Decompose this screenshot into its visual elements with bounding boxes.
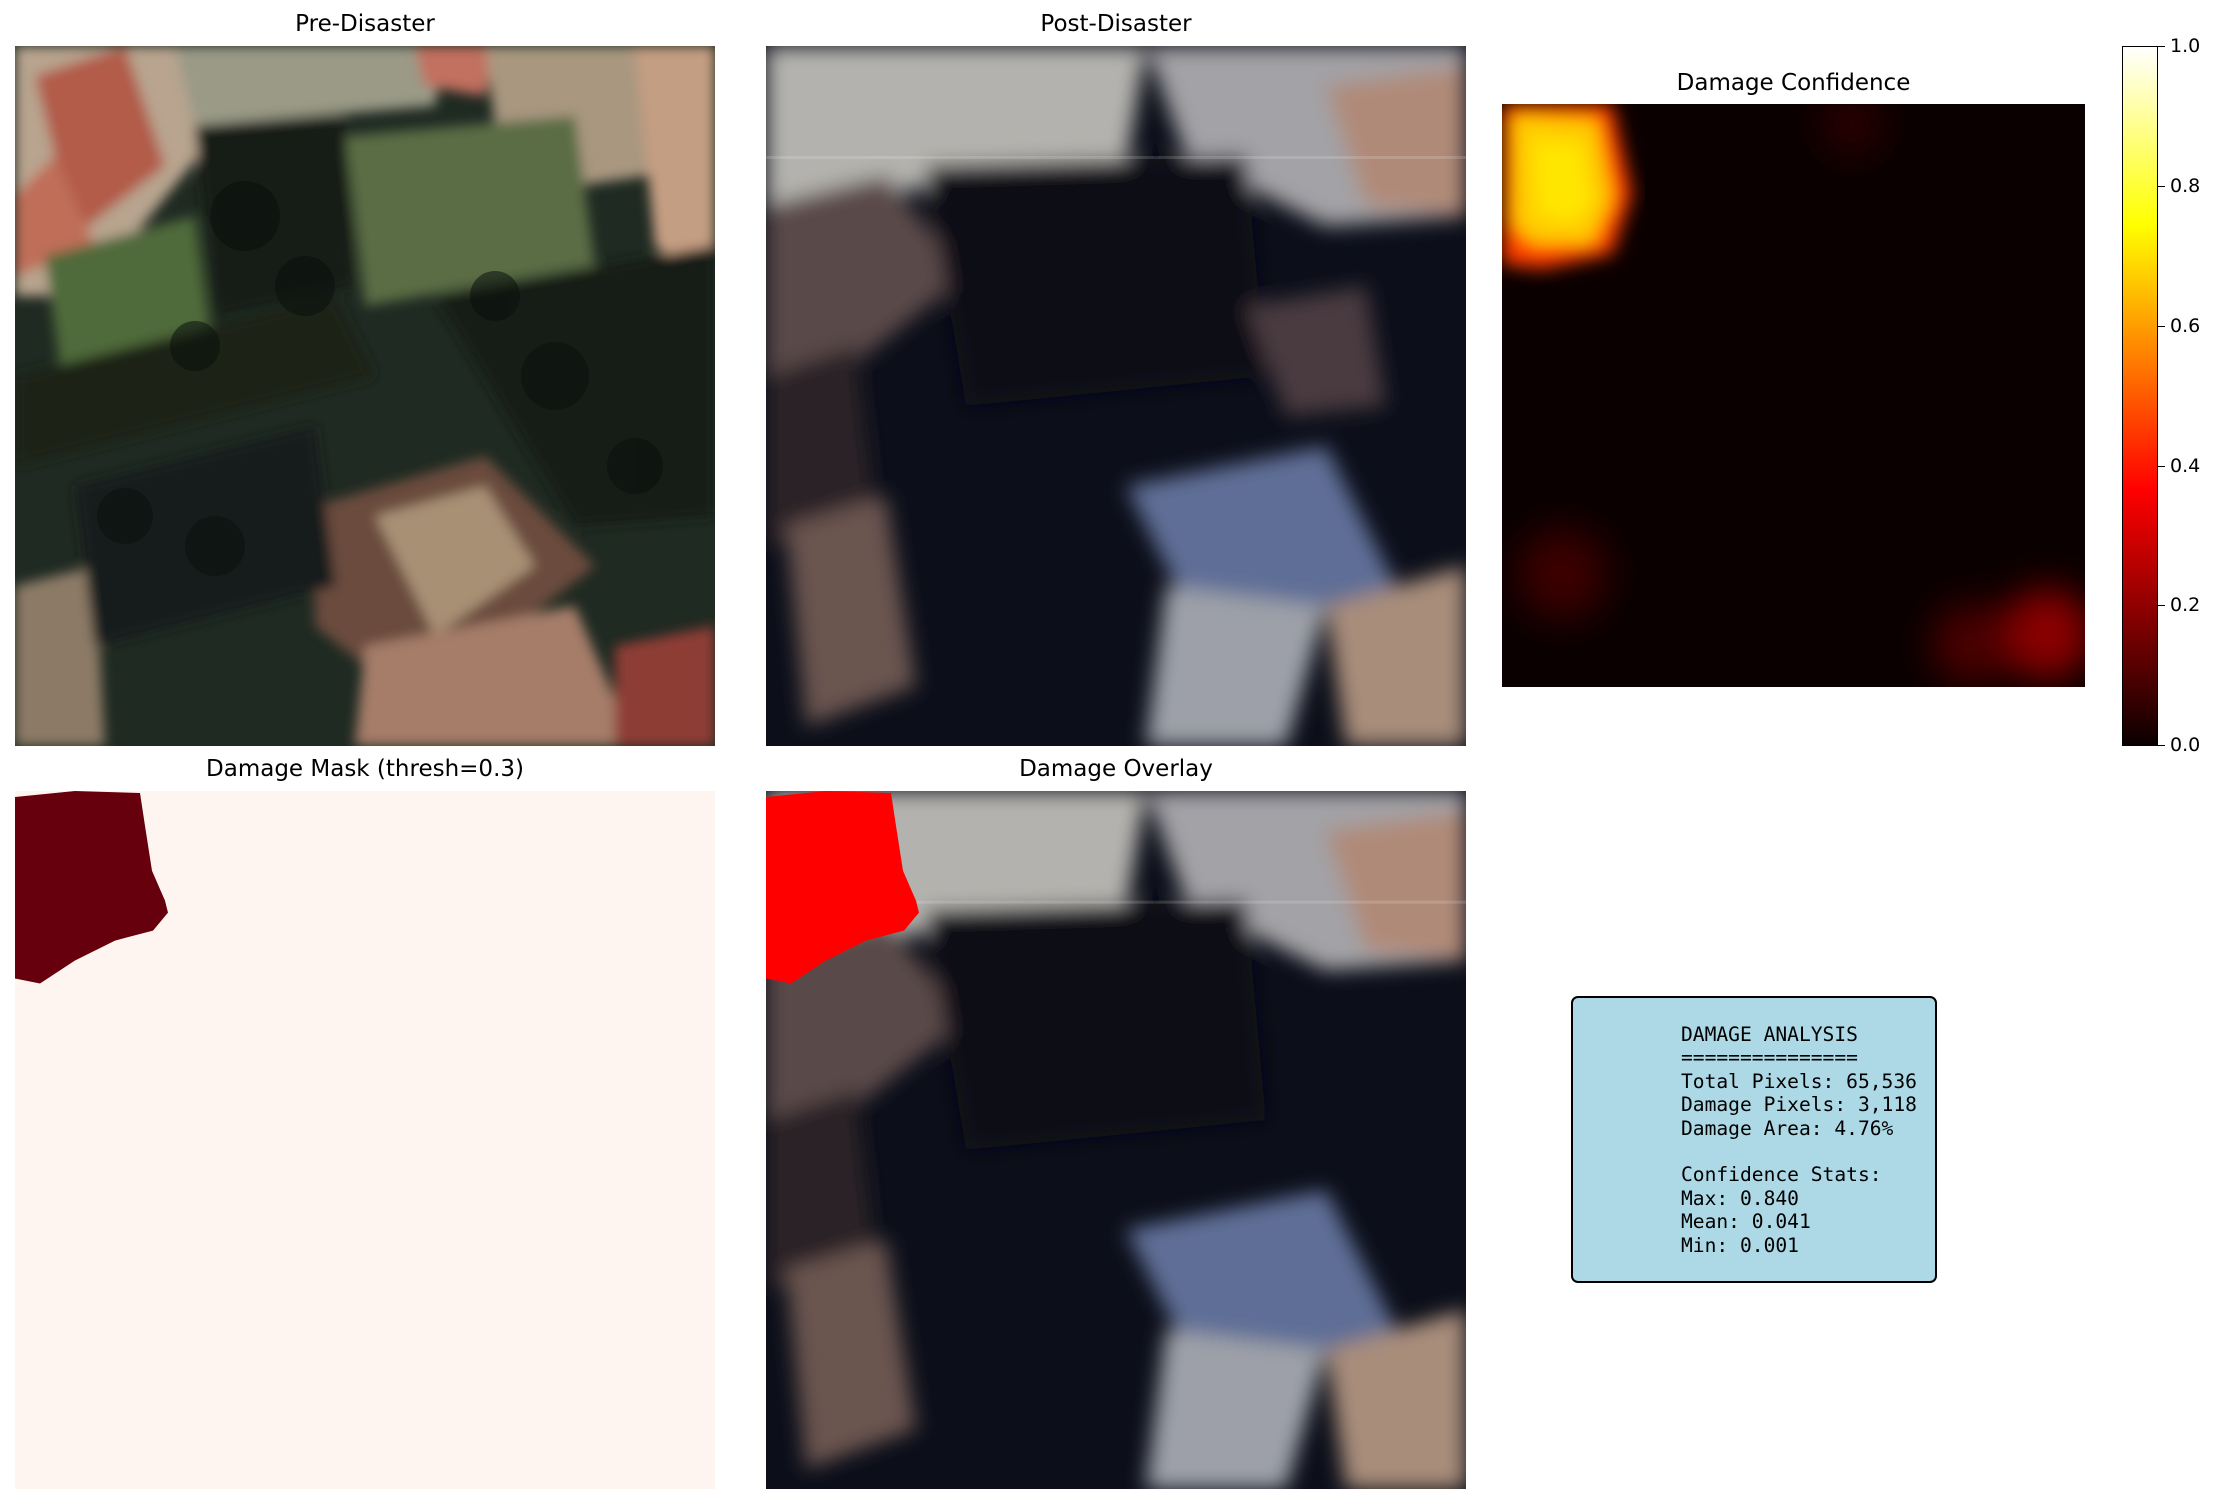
- colorbar-tick-mark: [2158, 466, 2165, 467]
- colorbar-tick-label: 0.2: [2170, 594, 2201, 616]
- stats-line: DAMAGE ANALYSIS: [1681, 1023, 1858, 1046]
- stats-line: Mean: 0.041: [1681, 1210, 1811, 1234]
- colorbar-tick-mark: [2158, 326, 2165, 327]
- post-disaster-image: [766, 46, 1466, 746]
- colorbar-tick-label: 0.6: [2170, 315, 2201, 337]
- stats-line: ===============: [1681, 1046, 1858, 1070]
- colorbar-tick-mark: [2158, 605, 2165, 606]
- stats-line: Min: 0.001: [1681, 1233, 1799, 1257]
- colorbar-tick-mark: [2158, 745, 2165, 746]
- colorbar-tick-mark: [2158, 186, 2165, 187]
- damage-mask-image: [15, 791, 715, 1489]
- colorbar-tick-mark: [2158, 46, 2165, 47]
- damage-overlay-image: [766, 791, 1466, 1489]
- post-disaster-title: Post-Disaster: [1040, 11, 1192, 37]
- colorbar-tick-label: 0.8: [2170, 175, 2201, 197]
- damage-confidence-heatmap: [1502, 104, 2085, 687]
- damage-overlay-title: Damage Overlay: [1019, 756, 1213, 782]
- colorbar-tick-label: 1.0: [2170, 35, 2201, 57]
- stats-line: Total Pixels: 65,536: [1681, 1069, 1917, 1093]
- stats-line: Confidence Stats:: [1681, 1163, 1882, 1187]
- pre-disaster-title: Pre-Disaster: [295, 11, 435, 37]
- stats-line: Damage Area: 4.76%: [1681, 1116, 1894, 1140]
- pre-disaster-image: [15, 46, 715, 746]
- colorbar-tick-label: 0.4: [2170, 455, 2201, 477]
- stats-line: Damage Pixels: 3,118: [1681, 1093, 1917, 1117]
- colorbar: [2122, 46, 2158, 746]
- stats-line: Max: 0.840: [1681, 1186, 1799, 1210]
- damage-analysis-text: DAMAGE ANALYSIS =============== Total Pi…: [1681, 1023, 1917, 1257]
- damage-mask-title: Damage Mask (thresh=0.3): [206, 756, 524, 782]
- damage-confidence-title: Damage Confidence: [1676, 70, 1911, 96]
- colorbar-tick-label: 0.0: [2170, 734, 2201, 756]
